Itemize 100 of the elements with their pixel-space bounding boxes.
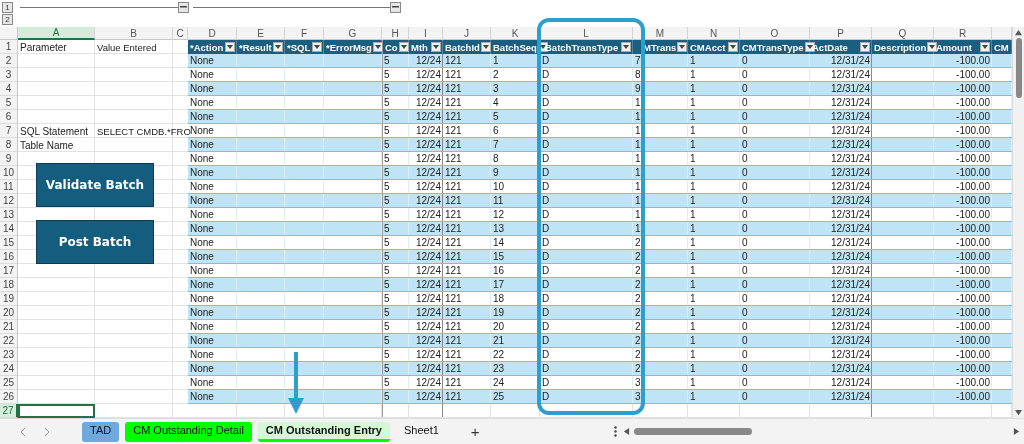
row-number[interactable]: 18 — [0, 278, 18, 292]
row-number[interactable]: 19 — [0, 292, 18, 306]
column-header[interactable]: E — [237, 27, 285, 40]
row-number[interactable]: 16 — [0, 250, 18, 264]
row-number[interactable]: 27 — [0, 404, 18, 418]
row-number[interactable]: 9 — [0, 152, 18, 166]
table-cell-text: D — [541, 278, 551, 291]
filter-dropdown-button[interactable] — [312, 42, 322, 52]
column-header[interactable]: D — [188, 27, 237, 40]
table-cell-text: 5 — [383, 152, 391, 165]
column-header[interactable]: O — [740, 27, 810, 40]
row-number[interactable]: 25 — [0, 376, 18, 390]
scrollbar-thumb[interactable] — [1015, 38, 1022, 98]
filter-dropdown-button[interactable] — [621, 42, 631, 52]
row-number[interactable]: 17 — [0, 264, 18, 278]
sheet-tab[interactable]: CM Outstanding Detail — [125, 421, 252, 442]
table-cell-text: 0 — [741, 334, 749, 347]
filter-dropdown-button[interactable] — [677, 42, 688, 52]
column-header[interactable]: I — [409, 27, 443, 40]
table-cell-text: D — [541, 264, 551, 277]
column-header[interactable]: K — [491, 27, 540, 40]
row-number[interactable]: 3 — [0, 68, 18, 82]
outline-level-button[interactable]: 1 — [2, 2, 13, 13]
table-cell-text: 12/31/24 — [830, 390, 871, 403]
table-cell-text: None — [189, 194, 215, 207]
more-options-icon[interactable] — [614, 426, 617, 437]
filter-dropdown-button[interactable] — [980, 42, 990, 52]
column-header[interactable]: G — [324, 27, 382, 40]
column-header[interactable]: J — [443, 27, 491, 40]
table-cell-text: 121 — [444, 194, 463, 207]
row-number[interactable]: 2 — [0, 54, 18, 68]
row-number[interactable]: 8 — [0, 138, 18, 152]
scroll-up-icon[interactable] — [1015, 29, 1022, 36]
table-cell-text: None — [189, 236, 215, 249]
table-cell-text: 1 — [689, 236, 697, 249]
sheet-tab[interactable]: CM Outstanding Entry — [257, 421, 390, 442]
row-number[interactable]: 23 — [0, 348, 18, 362]
column-header[interactable]: A — [18, 27, 95, 40]
row-number[interactable]: 5 — [0, 96, 18, 110]
scrollbar-thumb[interactable] — [634, 428, 752, 435]
table-cell-text: -100.00 — [955, 306, 991, 319]
collapse-group-button[interactable] — [178, 1, 189, 13]
filter-dropdown-button[interactable] — [927, 42, 938, 52]
selected-cell[interactable] — [18, 404, 95, 418]
column-header[interactable]: N — [688, 27, 740, 40]
column-title: Co — [385, 41, 398, 53]
filter-dropdown-button[interactable] — [273, 42, 283, 52]
sheet-tab[interactable]: TAD — [82, 421, 120, 442]
column-header[interactable]: P — [810, 27, 872, 40]
row-number[interactable]: 26 — [0, 390, 18, 404]
sheet-tab[interactable]: Sheet1 — [395, 421, 447, 442]
scroll-right-icon[interactable] — [1013, 428, 1020, 435]
filter-dropdown-button[interactable] — [225, 42, 235, 52]
cell-text: Parameter — [19, 40, 68, 54]
add-sheet-button[interactable]: + — [466, 423, 484, 440]
table-cell-text: 0 — [741, 348, 749, 361]
filter-dropdown-button[interactable] — [728, 42, 738, 52]
filter-dropdown-button[interactable] — [398, 42, 409, 52]
table-cell-text: 1 — [689, 390, 697, 403]
scroll-left-icon[interactable] — [623, 428, 630, 435]
row-number[interactable]: 11 — [0, 180, 18, 194]
table-cell-text: 1 — [634, 110, 642, 123]
column-header[interactable]: L — [540, 27, 633, 40]
outline-level-button[interactable]: 2 — [2, 14, 13, 25]
vertical-scrollbar[interactable] — [1012, 27, 1024, 418]
row-number[interactable]: 6 — [0, 110, 18, 124]
table-cell-text: None — [189, 278, 215, 291]
row-number[interactable]: 13 — [0, 208, 18, 222]
table-cell-text: 12/24 — [414, 334, 442, 347]
row-number[interactable]: 1 — [0, 40, 18, 54]
column-header[interactable]: M — [633, 27, 688, 40]
collapse-group-button[interactable] — [390, 1, 401, 13]
row-number[interactable]: 12 — [0, 194, 18, 208]
row-number[interactable]: 10 — [0, 166, 18, 180]
row-number[interactable]: 15 — [0, 236, 18, 250]
column-header[interactable]: C — [173, 27, 188, 40]
row-number[interactable]: 20 — [0, 306, 18, 320]
macro-button[interactable]: Post Batch — [36, 220, 154, 264]
table-cell-text: 24 — [492, 376, 506, 389]
row-number[interactable]: 21 — [0, 320, 18, 334]
column-header[interactable]: H — [382, 27, 409, 40]
filter-dropdown-button[interactable] — [372, 42, 383, 52]
filter-dropdown-button[interactable] — [480, 42, 491, 52]
table-cell-text: 5 — [383, 82, 391, 95]
row-number[interactable]: 7 — [0, 124, 18, 138]
scroll-down-icon[interactable] — [1015, 409, 1022, 416]
table-cell-text: 1 — [689, 222, 697, 235]
filter-dropdown-button[interactable] — [860, 42, 870, 52]
row-number[interactable]: 4 — [0, 82, 18, 96]
row-number[interactable]: 14 — [0, 222, 18, 236]
column-header[interactable]: Q — [872, 27, 934, 40]
column-header[interactable]: R — [934, 27, 992, 40]
column-header[interactable]: F — [285, 27, 324, 40]
filter-dropdown-button[interactable] — [431, 42, 441, 52]
row-number[interactable]: 22 — [0, 334, 18, 348]
macro-button[interactable]: Validate Batch — [36, 163, 154, 207]
table-cell-text: 12/24 — [414, 96, 442, 109]
row-number[interactable]: 24 — [0, 362, 18, 376]
table-cell-text: 0 — [741, 68, 749, 81]
column-header[interactable]: B — [95, 27, 173, 40]
